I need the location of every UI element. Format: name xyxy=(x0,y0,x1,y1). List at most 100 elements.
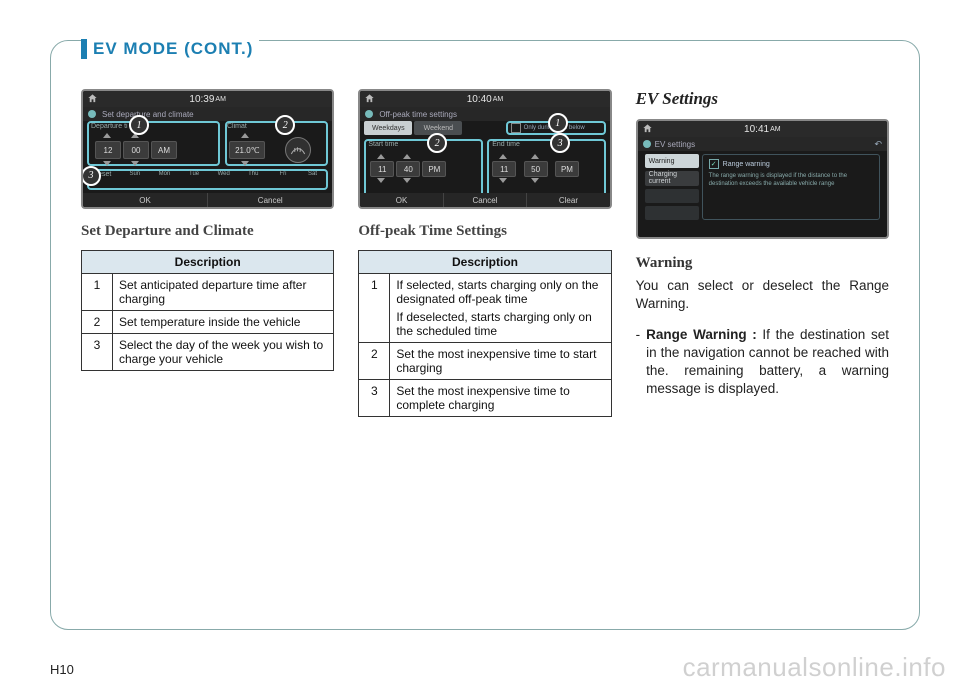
screen-evsettings: 10:41 AM EV settings ↶ Warning Charging … xyxy=(636,119,889,239)
dot-icon xyxy=(88,110,96,118)
row-text-a: If selected, starts charging only on the… xyxy=(396,278,604,306)
row-idx: 3 xyxy=(359,380,390,417)
side-item-empty xyxy=(645,206,699,220)
prose: Warning You can select or deselect the R… xyxy=(636,253,889,399)
option-row[interactable]: ✓ Range warning xyxy=(709,159,873,169)
chevron-up-icon xyxy=(241,133,249,138)
label-departure: Departure ti xyxy=(91,123,128,130)
side-item-empty xyxy=(645,189,699,203)
cell-end-m: 50 xyxy=(524,161,548,177)
cell-ampm: AM xyxy=(151,141,177,159)
table-departure: Description 1 Set anticipated departure … xyxy=(81,250,334,371)
ok-button[interactable]: OK xyxy=(360,193,443,207)
bullet-body: Range Warning : If the destination set i… xyxy=(646,326,889,399)
dot-icon xyxy=(643,140,651,148)
screen-ampm: AM xyxy=(770,126,781,133)
chevron-up-icon xyxy=(403,154,411,159)
back-icon[interactable]: ↶ xyxy=(874,139,882,150)
cell-start-m: 40 xyxy=(396,161,420,177)
dash-icon: - xyxy=(636,326,641,399)
screen-topbar: 10:41 AM xyxy=(638,121,887,137)
page-frame: EV MODE (CONT.) 10:39 AM Set departure a… xyxy=(50,40,920,630)
screen-topbar: 10:40 AM xyxy=(360,91,609,107)
table-row: 1 If selected, starts charging only on t… xyxy=(359,274,611,343)
intro-text: You can select or deselect the Range War… xyxy=(636,277,889,313)
screen-time: 10:40 xyxy=(467,94,492,105)
day: Thu xyxy=(240,171,268,177)
screen-bottombar: OK Cancel xyxy=(83,193,332,207)
label-start: Start time xyxy=(368,141,398,148)
cell-start-h: 11 xyxy=(370,161,394,177)
callout-3: 3 xyxy=(550,133,570,153)
screen-bottombar: OK Cancel Clear xyxy=(360,193,609,207)
cell-min: 00 xyxy=(123,141,149,159)
chevron-down-icon xyxy=(103,161,111,166)
title-evsettings: EV Settings xyxy=(636,89,889,109)
clear-button[interactable]: Clear xyxy=(527,193,609,207)
cell-start-ampm: PM xyxy=(422,161,446,177)
col-evsettings: EV Settings 10:41 AM EV settings ↶ xyxy=(636,89,889,609)
table-row: 2 Set temperature inside the vehicle xyxy=(82,311,334,334)
row-text: Set the most inexpensive time to complet… xyxy=(390,380,611,417)
ev-main-panel: ✓ Range warning The range warning is dis… xyxy=(702,154,880,220)
chevron-up-icon xyxy=(499,154,507,159)
day: Tue xyxy=(180,171,208,177)
side-item-charging[interactable]: Charging current xyxy=(645,171,699,185)
home-icon xyxy=(87,93,98,104)
checkbox-icon: ✓ xyxy=(709,159,719,169)
cell-temp: 21.0℃ xyxy=(229,141,265,159)
columns: 10:39 AM Set departure and climate Depar… xyxy=(81,89,889,609)
table-row: 3 Set the most inexpensive time to compl… xyxy=(359,380,611,417)
tabs: Weekdays Weekend Only during time below xyxy=(364,121,605,135)
subtitle-offpeak: Off-peak Time Settings xyxy=(358,223,611,240)
row-idx: 3 xyxy=(82,334,113,371)
day: Sat xyxy=(299,171,327,177)
screen-time: 10:41 xyxy=(744,124,769,135)
row-text: Set anticipated departure time after cha… xyxy=(113,274,334,311)
cell-end-ampm: PM xyxy=(555,161,579,177)
screen-ampm: AM xyxy=(493,96,504,103)
chevron-down-icon xyxy=(241,161,249,166)
option-label: Range warning xyxy=(723,161,770,168)
cancel-button[interactable]: Cancel xyxy=(444,193,527,207)
tab-weekdays[interactable]: Weekdays xyxy=(364,121,412,135)
ev-side-list: Warning Charging current xyxy=(645,154,699,220)
bullet-range-warning: - Range Warning : If the destination set… xyxy=(636,326,889,399)
side-item-warning[interactable]: Warning xyxy=(645,154,699,168)
table-row: 3 Select the day of the week you wish to… xyxy=(82,334,334,371)
chevron-down-icon xyxy=(531,178,539,183)
label-climate: Climat xyxy=(227,123,247,130)
chevron-down-icon xyxy=(403,178,411,183)
screen-time: 10:39 xyxy=(189,94,214,105)
heading-warning: Warning xyxy=(636,253,889,273)
screen-subbar: Set departure and climate xyxy=(83,107,332,121)
callout-3: 3 xyxy=(81,166,101,186)
defrost-icon xyxy=(285,137,311,163)
chevron-up-icon xyxy=(103,133,111,138)
chevron-up-icon xyxy=(531,154,539,159)
screen-topbar: 10:39 AM xyxy=(83,91,332,107)
callout-1: 1 xyxy=(129,115,149,135)
col-departure: 10:39 AM Set departure and climate Depar… xyxy=(81,89,334,609)
screen-ampm: AM xyxy=(215,96,226,103)
screen-body: Weekdays Weekend Only during time below … xyxy=(364,121,605,193)
row-text: If selected, starts charging only on the… xyxy=(390,274,611,343)
day: Mon xyxy=(151,171,179,177)
header-accent-bar xyxy=(81,39,87,59)
day: Fri xyxy=(269,171,297,177)
ok-button[interactable]: OK xyxy=(83,193,208,207)
page-number: H10 xyxy=(50,662,74,677)
table-row: 1 Set anticipated departure time after c… xyxy=(82,274,334,311)
chevron-down-icon xyxy=(131,161,139,166)
chevron-up-icon xyxy=(377,154,385,159)
callout-2: 2 xyxy=(427,133,447,153)
home-icon xyxy=(642,123,653,134)
screen-subbar: EV settings ↶ xyxy=(638,137,887,151)
screen-body: Warning Charging current ✓ Range warning… xyxy=(642,151,883,223)
row-text: Set the most inexpensive time to start c… xyxy=(390,343,611,380)
th-description: Description xyxy=(82,251,334,274)
option-desc: The range warning is displayed if the di… xyxy=(709,173,873,189)
section-title: EV MODE (CONT.) xyxy=(93,39,253,59)
screen-subbar: Off-peak time settings xyxy=(360,107,609,121)
cancel-button[interactable]: Cancel xyxy=(208,193,332,207)
